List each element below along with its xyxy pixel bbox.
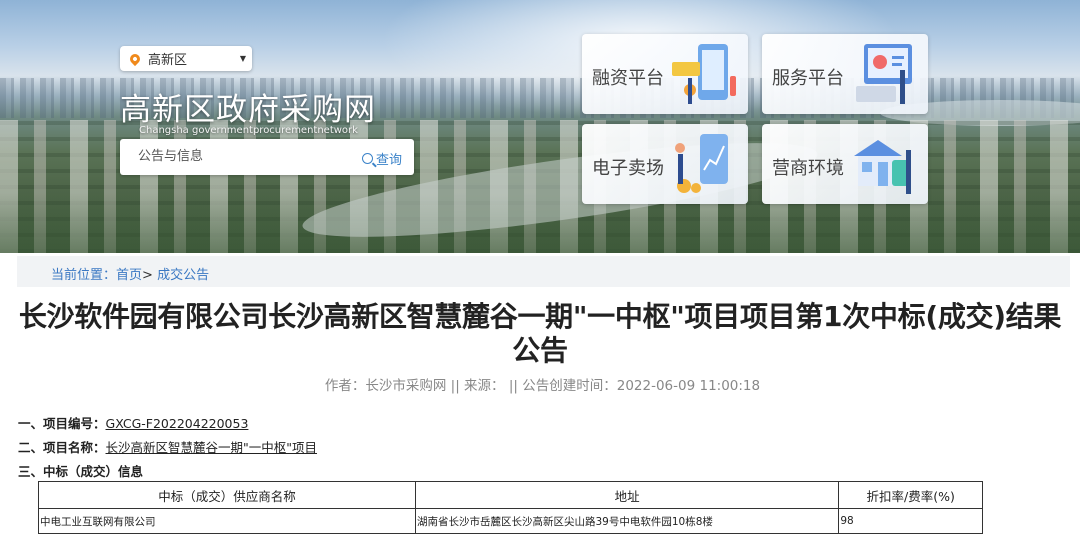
award-table: 中标（成交）供应商名称 地址 折扣率/费率(%) 中电工业互联网有限公司 湖南省…: [38, 481, 983, 534]
header-address: 地址: [414, 481, 840, 509]
site-subtitle: Changsha governmentprocurementnetwork: [139, 125, 358, 136]
project-name-label: 二、项目名称：: [18, 440, 106, 455]
search-box: 查询: [120, 139, 414, 175]
breadcrumb-separator: >: [142, 268, 153, 283]
tile-label: 服务平台: [772, 68, 844, 89]
search-icon: [361, 153, 373, 164]
finance-illustration-icon: [672, 44, 736, 104]
article-meta: 作者：长沙市采购网 || 来源： || 公告创建时间：2022-06-09 11…: [324, 378, 761, 394]
business-environment-illustration-icon: [854, 140, 911, 194]
cell-discount-rate: 98: [838, 508, 983, 534]
breadcrumb-prefix: 当前位置：: [51, 268, 117, 283]
location-select[interactable]: 高新区 ▼: [120, 46, 252, 71]
location-pin-icon: [127, 51, 143, 66]
service-illustration-icon: [856, 44, 912, 104]
breadcrumb-current[interactable]: 成交公告: [157, 268, 209, 283]
search-button-label: 查询: [375, 153, 402, 168]
tile-service-platform[interactable]: 服务平台: [762, 34, 928, 114]
breadcrumb-home[interactable]: 首页: [116, 268, 142, 283]
award-info-heading: 三、中标（成交）信息: [18, 464, 144, 479]
cell-address: 湖南省长沙市岳麓区长沙高新区尖山路39号中电软件园10栋8楼: [414, 508, 840, 534]
article-title: 长沙软件园有限公司长沙高新区智慧麓谷一期"一中枢"项目项目第1次中标(成交)结果…: [18, 300, 1062, 367]
tile-business-environment[interactable]: 营商环境: [762, 124, 928, 204]
hero-banner: 高新区 ▼ 高新区政府采购网 Changsha governmentprocur…: [0, 0, 1080, 253]
tile-label: 营商环境: [772, 158, 844, 179]
table-row: 中电工业互联网有限公司 湖南省长沙市岳麓区长沙高新区尖山路39号中电软件园10栋…: [38, 508, 983, 534]
project-number-row: 一、项目编号：GXCG-F202204220053: [18, 413, 248, 432]
project-number-value: GXCG-F202204220053: [105, 416, 249, 431]
tile-label: 融资平台: [592, 68, 664, 89]
breadcrumb: 当前位置：首页> 成交公告: [17, 256, 1070, 287]
e-mall-illustration-icon: [675, 134, 728, 193]
search-input[interactable]: [136, 148, 340, 165]
location-label: 高新区: [148, 53, 188, 68]
cell-supplier-name: 中电工业互联网有限公司: [38, 508, 416, 534]
tile-label: 电子卖场: [592, 158, 664, 179]
project-number-label: 一、项目编号：: [18, 416, 106, 431]
tile-finance-platform[interactable]: 融资平台: [582, 34, 748, 114]
project-name-value: 长沙高新区智慧麓谷一期"一中枢"项目: [105, 440, 318, 455]
header-discount-rate: 折扣率/费率(%): [838, 481, 983, 509]
dropdown-arrow-icon: ▼: [239, 54, 246, 63]
tile-e-mall[interactable]: 电子卖场: [582, 124, 748, 204]
site-title: 高新区政府采购网: [120, 92, 376, 128]
project-name-row: 二、项目名称：长沙高新区智慧麓谷一期"一中枢"项目: [18, 437, 317, 456]
table-header-row: 中标（成交）供应商名称 地址 折扣率/费率(%): [38, 481, 983, 509]
search-button[interactable]: 查询: [361, 149, 402, 168]
header-supplier-name: 中标（成交）供应商名称: [38, 481, 416, 509]
